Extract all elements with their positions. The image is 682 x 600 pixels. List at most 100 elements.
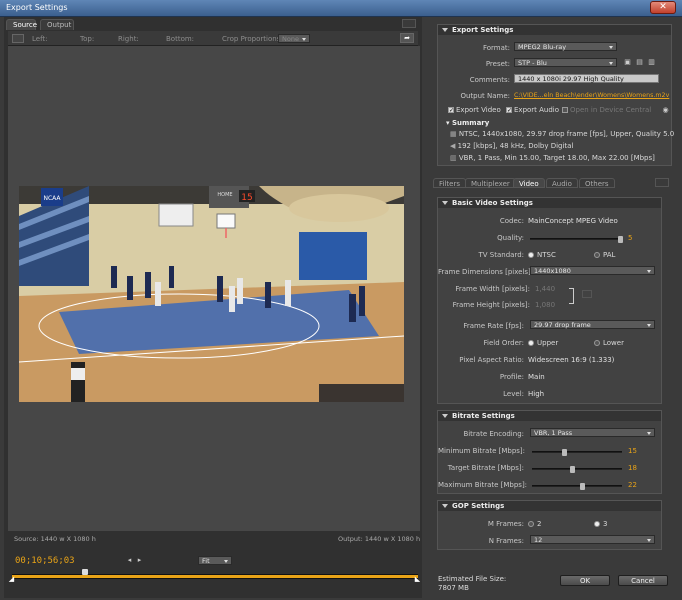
out-point-marker-icon[interactable]: ◣ — [414, 576, 421, 583]
ntsc-radio[interactable]: NTSC — [528, 251, 556, 259]
export-settings-section: Export Settings Format: MPEG2 Blu-ray Pr… — [437, 24, 674, 166]
video-scene: NCAA 15 HOME — [19, 186, 404, 402]
cancel-button[interactable]: Cancel — [618, 575, 668, 586]
audio-summary-icon: ◀ — [450, 142, 458, 150]
open-device-central-checkbox[interactable]: Open in Device Central — [562, 106, 651, 114]
device-central-icon[interactable]: ◉ — [662, 107, 669, 114]
crop-proportions-label: Crop Proportions: — [222, 35, 283, 43]
panel-menu-icon[interactable] — [402, 19, 416, 28]
format-label: Format: — [482, 44, 510, 52]
playhead-handle[interactable] — [82, 569, 89, 575]
crop-proportions-select[interactable]: None — [278, 34, 310, 43]
export-video-checkbox[interactable]: ✓ Export Video — [448, 106, 501, 114]
crop-arrow-icon[interactable]: ➦ — [400, 33, 414, 43]
settings-panel-menu-icon[interactable] — [655, 178, 669, 187]
source-dimensions: Source: 1440 w X 1080 h — [14, 535, 96, 543]
target-bitrate-value[interactable]: 18 — [628, 464, 637, 472]
target-bitrate-thumb[interactable] — [570, 466, 575, 473]
summary-bitrate-text: VBR, 1 Pass, Min 15.00, Target 18.00, Ma… — [458, 154, 655, 162]
export-video-check-icon: ✓ — [448, 107, 455, 114]
m-frames-radio-2[interactable]: 2 — [528, 520, 541, 528]
m-frames-3-label: 3 — [603, 520, 608, 528]
max-bitrate-slider[interactable] — [532, 483, 622, 490]
pal-radio[interactable]: PAL — [594, 251, 615, 259]
quality-value[interactable]: 5 — [628, 234, 632, 242]
set-out-point-icon[interactable]: ▸ — [136, 557, 143, 564]
max-bitrate-value[interactable]: 22 — [628, 481, 637, 489]
min-bitrate-value[interactable]: 15 — [628, 447, 637, 455]
bitrate-header[interactable]: Bitrate Settings — [438, 411, 661, 421]
set-in-point-icon[interactable]: ◂ — [126, 557, 133, 564]
delete-preset-icon[interactable]: ▥ — [648, 59, 655, 66]
upper-radio-dot — [528, 340, 534, 346]
summary-header: Summary — [451, 119, 490, 127]
frame-width-label: Frame Width [pixels]: — [455, 285, 530, 293]
frame-dimensions-select[interactable]: 1440x1080 — [530, 266, 655, 275]
lower-radio[interactable]: Lower — [594, 339, 624, 347]
tab-filters[interactable]: Filters — [433, 178, 466, 188]
ntsc-radio-dot — [528, 252, 534, 258]
tab-source[interactable]: Source — [6, 19, 37, 30]
open-device-check-icon — [562, 107, 568, 113]
output-dimensions: Output: 1440 w X 1080 h — [338, 535, 421, 543]
output-name-link[interactable]: C:\VIDE...eln Beach\ender\Womens\Womens.… — [514, 92, 672, 99]
quality-slider-thumb[interactable] — [618, 236, 623, 243]
estimated-size-label: Estimated File Size: — [438, 575, 507, 583]
basic-video-section: Basic Video Settings Codec: MainConcept … — [437, 197, 662, 404]
m-frames-label: M Frames: — [487, 520, 524, 528]
m-frames-radio-3[interactable]: 3 — [594, 520, 607, 528]
n-frames-select[interactable]: 12 — [530, 535, 655, 544]
aspect-link-icon[interactable] — [569, 288, 574, 304]
basic-video-header[interactable]: Basic Video Settings — [438, 198, 661, 208]
summary-toggle[interactable]: ▾ Summary — [446, 119, 489, 127]
quality-slider[interactable] — [530, 236, 623, 243]
export-audio-checkbox[interactable]: ✓ Export Audio — [506, 106, 559, 114]
max-bitrate-label: Maximum Bitrate [Mbps]: — [438, 481, 528, 489]
field-order-label: Field Order: — [483, 339, 524, 347]
gop-header[interactable]: GOP Settings — [438, 501, 661, 511]
video-frame: NCAA 15 HOME — [19, 186, 404, 402]
target-bitrate-slider[interactable] — [532, 466, 622, 473]
save-preset-icon[interactable]: ▣ — [624, 59, 631, 66]
min-bitrate-label: Minimum Bitrate [Mbps]: — [438, 447, 525, 455]
tv-standard-label: TV Standard: — [478, 251, 525, 259]
bitrate-encoding-select[interactable]: VBR, 1 Pass — [530, 428, 655, 437]
min-bitrate-slider[interactable] — [532, 449, 622, 456]
tab-audio[interactable]: Audio — [546, 178, 578, 188]
export-settings-header[interactable]: Export Settings — [438, 25, 671, 35]
frame-width-value: 1,440 — [535, 285, 556, 293]
tab-video[interactable]: Video — [513, 178, 545, 188]
crop-bottom-label: Bottom: — [166, 35, 195, 43]
tab-output[interactable]: Output — [40, 19, 74, 30]
tab-multiplexer[interactable]: Multiplexer — [465, 178, 516, 188]
preset-label: Preset: — [485, 60, 510, 68]
max-bitrate-thumb[interactable] — [580, 483, 585, 490]
format-select[interactable]: MPEG2 Blu-ray — [514, 42, 617, 51]
in-point-marker-icon[interactable]: ◢ — [8, 576, 15, 583]
summary-video-line: ▦ NTSC, 1440x1080, 29.97 drop frame [fps… — [450, 130, 674, 138]
upper-radio[interactable]: Upper — [528, 339, 558, 347]
aspect-lock-icon[interactable] — [582, 290, 592, 298]
crop-tool-icon[interactable] — [12, 34, 24, 43]
crop-left-label: Left: — [32, 35, 48, 43]
frame-rate-select[interactable]: 29.97 drop frame — [530, 320, 655, 329]
target-bitrate-label: Target Bitrate [Mbps]: — [447, 464, 524, 472]
export-audio-check-icon: ✓ — [506, 107, 513, 114]
ok-button[interactable]: OK — [560, 575, 610, 586]
zoom-fit-select[interactable]: Fit — [198, 556, 232, 565]
banner-text: NCAA — [43, 195, 61, 202]
comments-input[interactable]: 1440 x 1080i 29.97 High Quality — [514, 74, 659, 83]
tab-others[interactable]: Others — [579, 178, 615, 188]
timecode-display[interactable]: 00;10;56;03 — [15, 556, 75, 566]
import-preset-icon[interactable]: ▤ — [636, 59, 643, 66]
title-bar: Export Settings ✕ — [0, 0, 682, 17]
min-bitrate-thumb[interactable] — [562, 449, 567, 456]
ntsc-label: NTSC — [537, 251, 556, 259]
timeline-range — [12, 575, 418, 578]
close-button[interactable]: ✕ — [650, 1, 676, 14]
level-value: High — [528, 390, 545, 398]
preset-select[interactable]: STP - Blu — [514, 58, 617, 67]
m-frames-3-dot — [594, 521, 600, 527]
codec-value: MainConcept MPEG Video — [528, 217, 618, 225]
scoreboard-value: 15 — [241, 193, 252, 203]
